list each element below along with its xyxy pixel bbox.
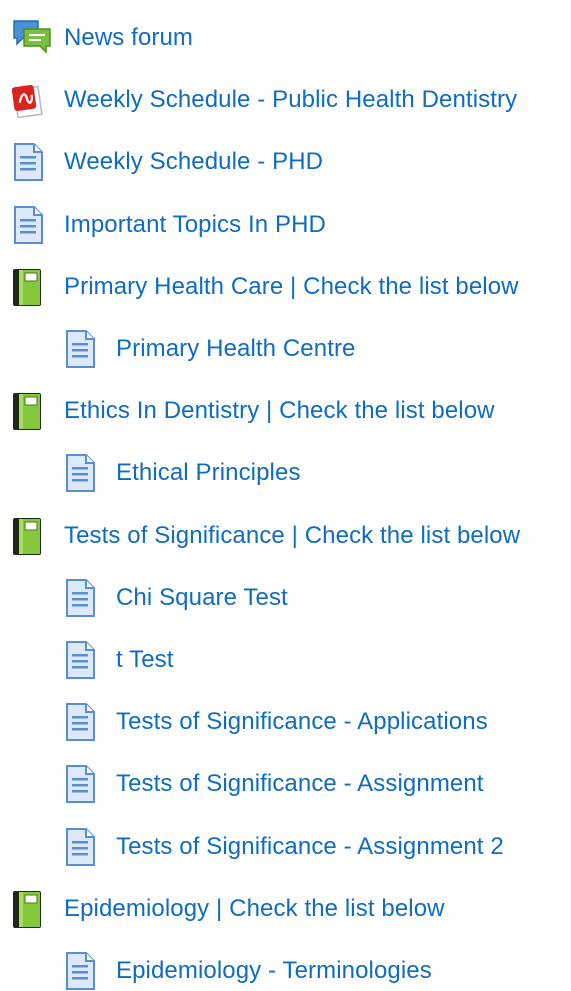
- activity-item[interactable]: Tests of Significance - Applications: [0, 702, 488, 742]
- forum-icon: [12, 16, 52, 56]
- activity-link[interactable]: Epidemiology | Check the list below: [64, 889, 445, 929]
- activity-item[interactable]: Tests of Significance | Check the list b…: [0, 516, 520, 556]
- activity-link[interactable]: Primary Health Care | Check the list bel…: [64, 267, 519, 307]
- activity-link[interactable]: Tests of Significance - Assignment 2: [116, 827, 504, 867]
- page-icon: [12, 205, 52, 245]
- activity-link[interactable]: Tests of Significance - Applications: [116, 702, 488, 742]
- activity-link[interactable]: Chi Square Test: [116, 578, 288, 618]
- activity-item[interactable]: Tests of Significance - Assignment: [0, 764, 484, 804]
- activity-item[interactable]: Primary Health Centre: [0, 329, 356, 369]
- page-icon: [64, 329, 104, 369]
- activity-item[interactable]: Weekly Schedule - Public Health Dentistr…: [0, 80, 517, 120]
- page-icon: [12, 142, 52, 182]
- page-icon: [64, 827, 104, 867]
- activity-link[interactable]: Ethics In Dentistry | Check the list bel…: [64, 391, 495, 431]
- activity-link[interactable]: t Test: [116, 640, 174, 680]
- book-icon: [12, 267, 52, 307]
- activity-item[interactable]: Chi Square Test: [0, 578, 288, 618]
- activity-link[interactable]: Tests of Significance | Check the list b…: [64, 516, 520, 556]
- pdf-icon: [12, 80, 52, 120]
- page-icon: [64, 578, 104, 618]
- page-icon: [64, 702, 104, 742]
- activity-item[interactable]: t Test: [0, 640, 174, 680]
- book-icon: [12, 516, 52, 556]
- activity-item[interactable]: Epidemiology - Terminologies: [0, 951, 432, 991]
- activity-item[interactable]: News forum: [0, 18, 193, 58]
- activity-item[interactable]: Primary Health Care | Check the list bel…: [0, 267, 519, 307]
- activity-item[interactable]: Ethical Principles: [0, 453, 301, 493]
- activity-link[interactable]: Tests of Significance - Assignment: [116, 764, 484, 804]
- book-icon: [12, 391, 52, 431]
- page-icon: [64, 951, 104, 991]
- activity-item[interactable]: Epidemiology | Check the list below: [0, 889, 445, 929]
- page-icon: [64, 764, 104, 804]
- activity-item[interactable]: Weekly Schedule - PHD: [0, 142, 323, 182]
- activity-link[interactable]: Ethical Principles: [116, 453, 301, 493]
- activity-item[interactable]: Ethics In Dentistry | Check the list bel…: [0, 391, 495, 431]
- activity-link[interactable]: Epidemiology - Terminologies: [116, 951, 432, 991]
- book-icon: [12, 889, 52, 929]
- activity-link[interactable]: Important Topics In PHD: [64, 205, 326, 245]
- page-icon: [64, 453, 104, 493]
- activity-link[interactable]: Weekly Schedule - PHD: [64, 142, 323, 182]
- activity-link[interactable]: News forum: [64, 18, 193, 58]
- activity-link[interactable]: Weekly Schedule - Public Health Dentistr…: [64, 80, 517, 120]
- activity-item[interactable]: Important Topics In PHD: [0, 205, 326, 245]
- page-icon: [64, 640, 104, 680]
- activity-item[interactable]: Tests of Significance - Assignment 2: [0, 827, 504, 867]
- activity-link[interactable]: Primary Health Centre: [116, 329, 356, 369]
